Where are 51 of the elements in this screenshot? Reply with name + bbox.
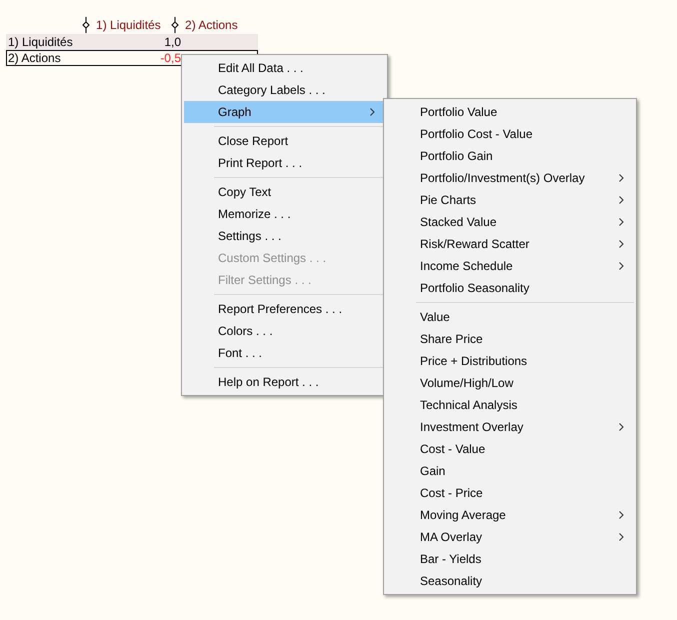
chevron-icon — [619, 262, 624, 270]
menu-item[interactable]: Help on Report . . . — [184, 371, 385, 393]
menu-item[interactable]: Gain — [386, 460, 634, 482]
menu-item[interactable]: Colors . . . — [184, 320, 385, 342]
menu-item[interactable]: Portfolio Cost - Value — [386, 123, 634, 145]
menu-item[interactable]: Report Preferences . . . — [184, 298, 385, 320]
table-cell-text: 1,0 — [163, 34, 181, 51]
menu-item[interactable]: Price + Distributions — [386, 350, 634, 372]
menu-item[interactable]: Volume/High/Low — [386, 372, 634, 394]
menu-item[interactable]: Close Report — [184, 130, 385, 152]
menu-item[interactable]: Seasonality — [386, 570, 634, 592]
chevron-icon — [619, 218, 624, 226]
menu-item[interactable]: Stacked Value — [386, 211, 634, 233]
menu-item[interactable]: Technical Analysis — [386, 394, 634, 416]
chevron-icon — [619, 240, 624, 248]
menu-item[interactable]: Copy Text — [184, 181, 385, 203]
menu-item[interactable]: Print Report . . . — [184, 152, 385, 174]
menu-item[interactable]: Category Labels . . . — [184, 79, 385, 101]
menu-item[interactable]: Font . . . — [184, 342, 385, 364]
menu-item[interactable]: Portfolio Value — [386, 101, 634, 123]
menu-item[interactable]: Share Price — [386, 328, 634, 350]
chevron-icon — [619, 511, 624, 519]
table-cell-text: -0,5 — [159, 50, 181, 67]
menu-item[interactable]: Settings . . . — [184, 225, 385, 247]
column-header: 2) Actions — [185, 17, 238, 34]
table-row[interactable]: 1) Liquidités 1,0 — [6, 34, 258, 50]
chevron-icon — [370, 108, 375, 116]
menu-item[interactable]: Income Schedule — [386, 255, 634, 277]
chevron-icon — [619, 174, 624, 182]
menu-item[interactable]: Pie Charts — [386, 189, 634, 211]
menu-item[interactable]: Portfolio Seasonality — [386, 277, 634, 299]
menu-item[interactable]: Graph — [184, 101, 385, 123]
menu-item[interactable]: Portfolio/Investment(s) Overlay — [386, 167, 634, 189]
menu-item[interactable]: Portfolio Gain — [386, 145, 634, 167]
menu-item[interactable]: MA Overlay — [386, 526, 634, 548]
menu-item[interactable]: Cost - Price — [386, 482, 634, 504]
diamond-icon — [171, 17, 180, 33]
menu-item[interactable]: Bar - Yields — [386, 548, 634, 570]
menu-item[interactable]: Moving Average — [386, 504, 634, 526]
chevron-icon — [619, 196, 624, 204]
row-label: 1) Liquidités — [7, 34, 74, 51]
chevron-icon — [619, 423, 624, 431]
menu-item[interactable]: Memorize . . . — [184, 203, 385, 225]
menu-item[interactable]: Cost - Value — [386, 438, 634, 460]
column-header: 1) Liquidités — [96, 17, 161, 34]
diamond-icon — [82, 17, 90, 33]
menu-item[interactable]: Risk/Reward Scatter — [386, 233, 634, 255]
menu-item[interactable]: Investment Overlay — [386, 416, 634, 438]
chevron-icon — [619, 533, 624, 541]
menu-item[interactable]: Value — [386, 306, 634, 328]
row-label: 2) Actions — [7, 50, 62, 67]
